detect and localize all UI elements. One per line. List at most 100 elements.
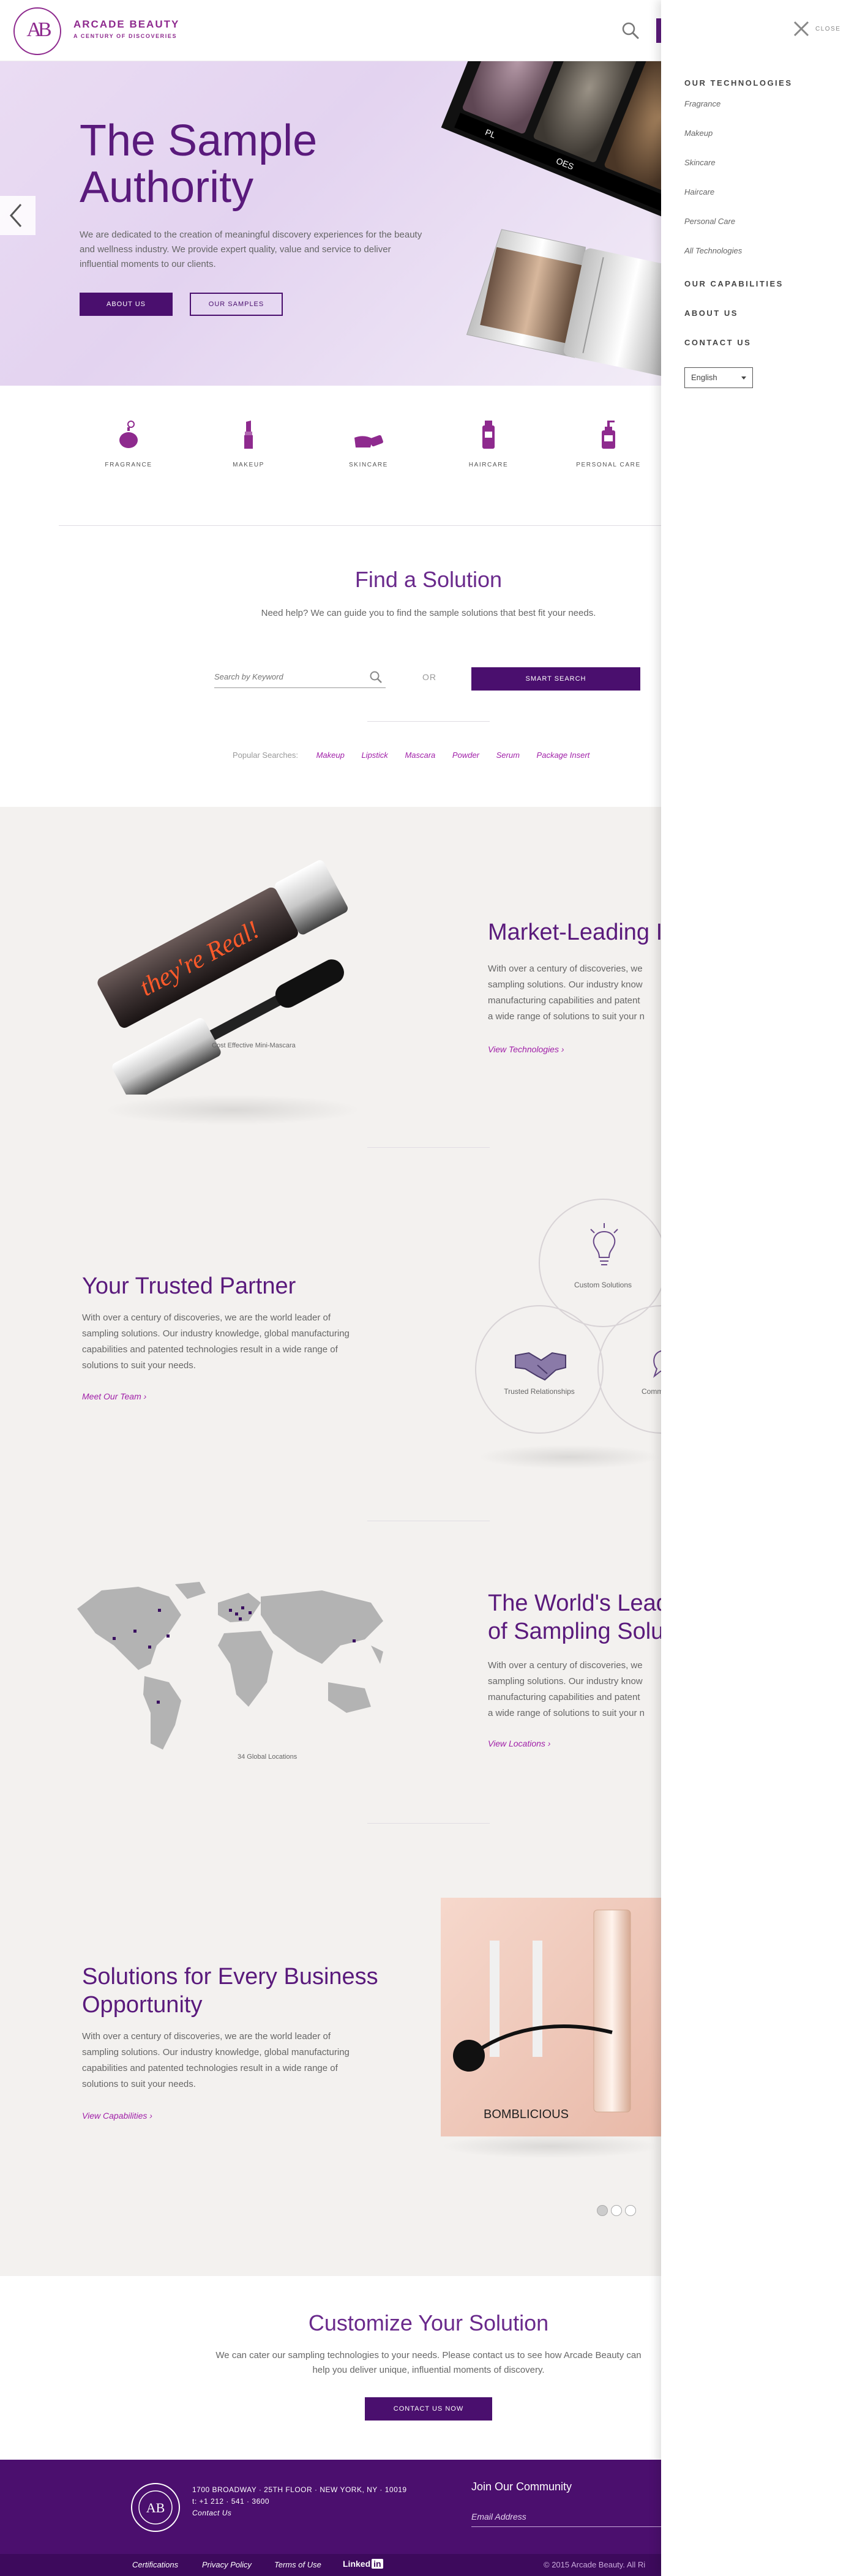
linkedin-icon[interactable]: Linked in — [343, 2559, 383, 2569]
footer-address: 1700 BROADWAY · 25TH FLOOR · NEW YORK, N… — [192, 2484, 407, 2519]
category-label: PERSONAL CARE — [576, 462, 641, 468]
brand-tagline: A CENTURY OF DISCOVERIES — [73, 33, 178, 39]
cream-jar-icon — [354, 435, 383, 447]
world-leader-title: The World's Lead of Sampling Solut — [488, 1590, 661, 1644]
or-separator: OR — [422, 672, 436, 682]
search-icon[interactable] — [369, 670, 383, 684]
newsletter-email-field — [471, 2509, 667, 2527]
pump-bottle-icon — [602, 421, 615, 449]
smart-search-button[interactable]: SMART SEARCH — [471, 667, 640, 691]
chat-bubble-icon — [653, 1350, 661, 1378]
menu-toggle-button[interactable] — [656, 18, 661, 43]
menu-item-personal-care[interactable]: Personal Care — [684, 217, 735, 226]
popular-search-link[interactable]: Makeup — [316, 751, 345, 760]
trusted-partner-text: With over a century of discoveries, we a… — [82, 1312, 350, 1371]
popular-searches: Popular Searches: Makeup Lipstick Mascar… — [233, 751, 604, 760]
brand-logo[interactable]: AB — [13, 7, 61, 55]
category-makeup[interactable]: MAKEUP — [206, 419, 291, 468]
language-value: English — [691, 373, 717, 382]
close-menu-button[interactable]: CLOSE — [792, 20, 847, 38]
menu-about-us[interactable]: ABOUT US — [684, 309, 738, 318]
menu-item-all-technologies[interactable]: All Technologies — [684, 246, 742, 255]
privacy-policy-link[interactable]: Privacy Policy — [202, 2560, 252, 2569]
menu-our-capabilities[interactable]: OUR CAPABILITIES — [684, 279, 784, 288]
meet-our-team-link[interactable]: Meet Our Team › — [82, 1391, 146, 1401]
menu-item-makeup[interactable]: Makeup — [684, 129, 713, 138]
circle-label: Trusted Relationships — [504, 1387, 575, 1396]
world-leader-text: With over a century of discoveries, we s… — [488, 1660, 645, 1718]
hero-slider: The Sample Authority We are dedicated to… — [0, 61, 661, 386]
popular-searches-label: Popular Searches: — [233, 751, 298, 760]
menu-contact-us[interactable]: CONTACT US — [684, 338, 751, 347]
business-opportunity-title: Solutions for Every Business Opportunity — [82, 1964, 378, 2018]
popular-search-link[interactable]: Lipstick — [361, 751, 387, 760]
view-locations-link[interactable]: View Locations › — [488, 1739, 550, 1748]
menu-item-skincare[interactable]: Skincare — [684, 158, 716, 167]
lipstick-icon — [244, 421, 253, 449]
language-select[interactable]: English — [684, 367, 753, 388]
footer-contact-link[interactable]: Contact Us — [192, 2507, 407, 2519]
slider-dot[interactable] — [625, 2205, 636, 2216]
sample-card-image: BOMBLICIOUS — [441, 1898, 661, 2136]
brand-name[interactable]: ARCADE BEAUTY — [73, 18, 179, 31]
our-samples-button[interactable]: OUR SAMPLES — [190, 293, 283, 316]
divider — [59, 525, 661, 526]
popular-search-link[interactable]: Powder — [452, 751, 479, 760]
shampoo-bottle-icon — [482, 421, 495, 449]
category-personal-care[interactable]: PERSONAL CARE — [566, 419, 651, 468]
keyword-search-input[interactable] — [214, 668, 361, 684]
category-fragrance[interactable]: FRAGRANCE — [86, 419, 171, 468]
footer-logo[interactable]: AB — [131, 2483, 180, 2532]
view-technologies-link[interactable]: View Technologies › — [488, 1044, 564, 1054]
newsletter-email-input[interactable] — [471, 2509, 655, 2525]
trusted-partner-title: Your Trusted Partner — [82, 1273, 296, 1299]
logo-monogram: AB — [26, 18, 51, 41]
menu-item-fragrance[interactable]: Fragrance — [684, 99, 720, 108]
category-label: SKINCARE — [349, 462, 388, 468]
product-shadow — [441, 2134, 661, 2159]
category-skincare[interactable]: SKINCARE — [326, 419, 411, 468]
features-section: they're Real! Cost Effective Mini-Mascar… — [0, 807, 661, 2276]
market-leading-title: Market-Leading I — [488, 919, 661, 945]
sample-card-text: BOMBLICIOUS — [484, 2108, 569, 2121]
slider-dot[interactable] — [597, 2205, 608, 2216]
hero-text: We are dedicated to the creation of mean… — [80, 230, 422, 269]
copyright-text: © 2015 Arcade Beauty. All Ri — [544, 2560, 646, 2569]
category-label: MAKEUP — [233, 462, 264, 468]
hero-title: The Sample Authority — [80, 116, 318, 212]
view-capabilities-link[interactable]: View Capabilities › — [82, 2111, 152, 2121]
divider — [367, 1147, 490, 1148]
certifications-link[interactable]: Certifications — [132, 2560, 178, 2569]
divider — [367, 1823, 490, 1824]
divider — [367, 721, 490, 722]
hero-product-image: PL OES — [441, 61, 661, 377]
menu-our-technologies[interactable]: OUR TECHNOLOGIES — [684, 78, 793, 88]
menu-item-haircare[interactable]: Haircare — [684, 187, 714, 197]
mascara-caption: Cost Effective Mini-Mascara — [212, 1042, 296, 1049]
popular-search-link[interactable]: Serum — [496, 751, 520, 760]
popular-search-link[interactable]: Package Insert — [537, 751, 590, 760]
category-label: HAIRCARE — [468, 462, 509, 468]
business-opportunity-text: With over a century of discoveries, we a… — [82, 2031, 350, 2089]
product-shadow — [104, 1095, 361, 1125]
mascara-product-image: they're Real! — [97, 860, 348, 1095]
lightbulb-icon — [590, 1223, 618, 1265]
popular-search-link[interactable]: Mascara — [405, 751, 435, 760]
chevron-down-icon — [741, 376, 746, 380]
trusted-relationships-circle: Trusted Relationships — [475, 1305, 604, 1434]
contact-us-now-button[interactable]: CONTACT US NOW — [365, 2397, 492, 2421]
side-menu-panel: CLOSE OUR TECHNOLOGIES Fragrance Makeup … — [661, 0, 857, 2576]
keyword-search-field — [214, 666, 386, 688]
world-map-image — [77, 1582, 383, 1750]
about-us-button[interactable]: ABOUT US — [80, 293, 173, 316]
terms-of-use-link[interactable]: Terms of Use — [274, 2560, 321, 2569]
product-shadow — [477, 1445, 661, 1469]
hero-prev-button[interactable] — [0, 196, 36, 235]
search-icon[interactable] — [618, 18, 643, 43]
perfume-bottle-icon — [119, 421, 138, 448]
slider-dot[interactable] — [611, 2205, 622, 2216]
category-haircare[interactable]: HAIRCARE — [446, 419, 531, 468]
join-community-title: Join Our Community — [471, 2481, 572, 2493]
site-footer: AB 1700 BROADWAY · 25TH FLOOR · NEW YORK… — [0, 2460, 667, 2576]
locations-caption: 34 Global Locations — [238, 1753, 298, 1761]
